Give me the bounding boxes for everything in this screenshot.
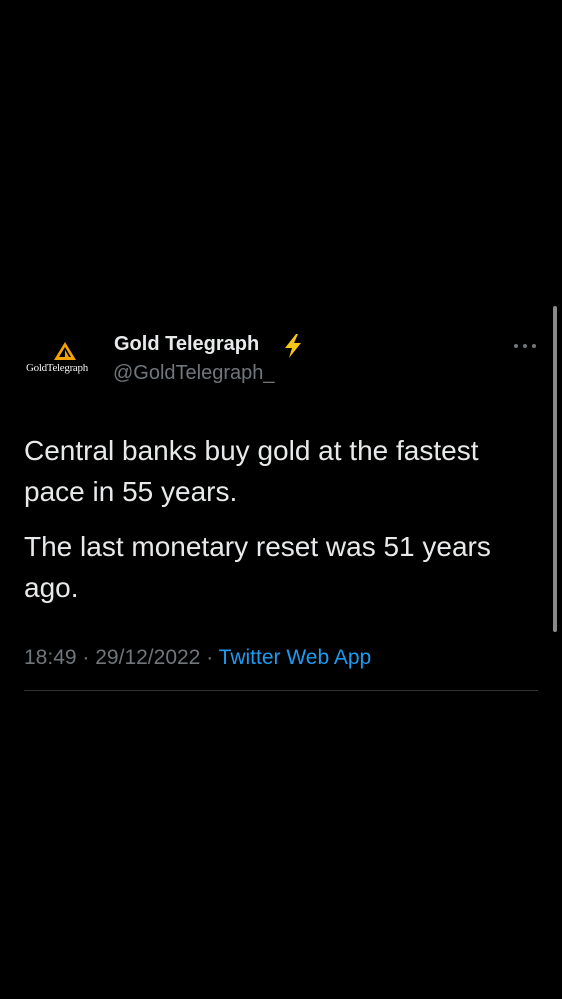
user-handle[interactable]: @GoldTelegraph_ [113, 362, 275, 385]
tweet-text: Central banks buy gold at the fastest pa… [24, 430, 524, 622]
avatar-logo-text: GoldTelegraph [26, 362, 88, 374]
scrollbar[interactable] [553, 306, 557, 632]
tweet-paragraph: Central banks buy gold at the fastest pa… [24, 435, 479, 507]
tweet-date[interactable]: 29/12/2022 [95, 646, 200, 669]
tweet-detail: GoldTelegraph Gold Telegraph @GoldTelegr… [0, 0, 562, 999]
meta-separator: · [82, 646, 90, 669]
meta-separator: · [206, 646, 214, 669]
gold-telegraph-logo-icon [54, 342, 76, 360]
lightning-bolt-icon [285, 334, 301, 358]
tweet-meta: 18:49 · 29/12/2022 · Twitter Web App [24, 646, 371, 670]
tweet-paragraph: The last monetary reset was 51 years ago… [24, 531, 491, 603]
tweet-source-link[interactable]: Twitter Web App [219, 646, 372, 669]
more-options-icon[interactable] [512, 338, 538, 354]
tweet-time[interactable]: 18:49 [24, 646, 77, 669]
avatar[interactable]: GoldTelegraph [24, 334, 98, 384]
display-name[interactable]: Gold Telegraph [114, 333, 259, 356]
divider [24, 690, 538, 691]
